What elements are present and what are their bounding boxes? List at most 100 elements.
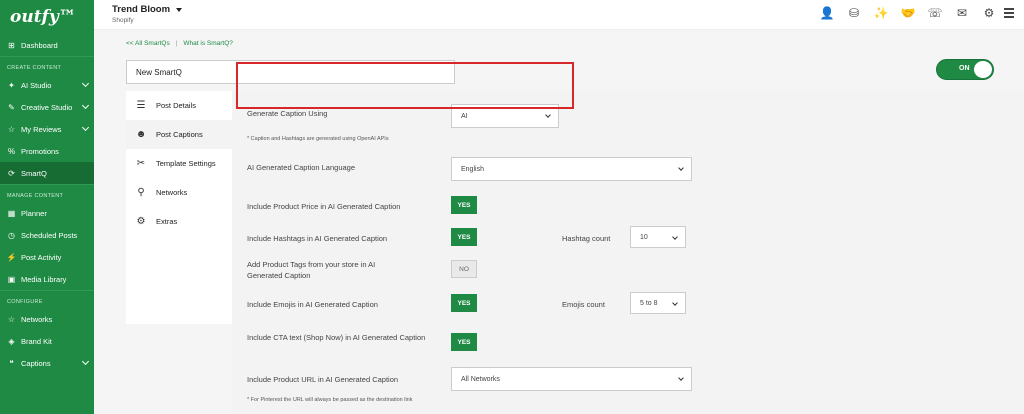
smartq-on-toggle[interactable]: ON <box>936 59 994 80</box>
sidebar-item-label: Scheduled Posts <box>21 230 78 240</box>
tab-label: Post Details <box>156 101 197 110</box>
sidebar-item-dashboard[interactable]: ⊞ Dashboard <box>0 34 94 56</box>
select-value: AI <box>461 112 468 120</box>
tab-label: Extras <box>156 217 178 226</box>
network-icon: ⚲ <box>137 187 145 198</box>
cog-icon: ⚙ <box>136 216 146 227</box>
include-price-label: Include Product Price in AI Generated Ca… <box>247 202 401 211</box>
post-captions-panel: Generate Caption Using AI * Caption and … <box>232 91 1024 414</box>
store-switcher[interactable]: Trend Bloom Shopify <box>112 4 183 24</box>
emojis-count-label: Emojis count <box>562 300 605 309</box>
activity-icon: ⚡ <box>6 252 17 262</box>
chevron-down-icon <box>81 101 90 110</box>
promotions-icon: % <box>7 146 16 156</box>
sidebar-item-media-library[interactable]: ▣ Media Library <box>0 268 94 290</box>
sidebar-item-label: Dashboard <box>21 40 58 50</box>
tab-template-settings[interactable]: ✂ Template Settings <box>126 149 232 178</box>
sidebar-item-creative-studio[interactable]: ✎ Creative Studio <box>0 96 94 118</box>
captions-icon: ❝ <box>9 358 14 368</box>
tab-label: Template Settings <box>156 159 216 168</box>
toggle-knob <box>974 61 992 78</box>
product-tags-toggle[interactable]: NO <box>451 260 477 278</box>
ai-head-icon: ☻ <box>135 129 147 140</box>
toggle-label: ON <box>959 65 970 72</box>
sidebar-item-label: Media Library <box>21 274 67 284</box>
caret-down-icon <box>176 7 183 12</box>
sliders-icon: ☰ <box>136 100 146 111</box>
include-emojis-toggle[interactable]: YES <box>451 294 477 312</box>
database-icon[interactable]: ⛁ <box>847 6 861 20</box>
sidebar-item-planner[interactable]: ▦ Planner <box>0 202 94 224</box>
sidebar-item-label: Captions <box>21 358 51 368</box>
outfy-logo[interactable]: outfy™ <box>0 0 94 34</box>
sidebar-item-smartq[interactable]: ⟳ SmartQ <box>0 162 94 184</box>
hashtag-count-label: Hashtag count <box>562 234 611 243</box>
networks-icon: ☆ <box>7 314 16 324</box>
include-emojis-label: Include Emojis in AI Generated Caption <box>247 300 378 309</box>
all-smartqs-link[interactable]: << All SmartQs <box>126 40 170 47</box>
sidebar-item-label: Post Activity <box>21 252 62 262</box>
include-price-toggle[interactable]: YES <box>451 196 477 214</box>
support-icon[interactable]: ☏ <box>928 6 943 20</box>
sidebar-item-scheduled-posts[interactable]: ◷ Scheduled Posts <box>0 224 94 246</box>
select-value: 5 to 8 <box>640 299 658 307</box>
menu-icon[interactable] <box>1004 8 1014 20</box>
handshake-icon[interactable]: 🤝 <box>901 6 916 20</box>
settings-tabs: ☰ Post Details ☻ Post Captions ✂ Templat… <box>126 91 232 324</box>
sidebar-item-my-reviews[interactable]: ☆ My Reviews <box>0 118 94 140</box>
hashtag-count-select[interactable]: 10 <box>630 226 686 248</box>
sidebar-item-label: Planner <box>21 208 47 218</box>
main-content: << All SmartQs | What is SmartQ? ON ☰ Po… <box>94 30 1024 414</box>
sidebar-item-brand-kit[interactable]: ◈ Brand Kit <box>0 330 94 352</box>
sidebar-item-promotions[interactable]: % Promotions <box>0 140 94 162</box>
scheduled-icon: ◷ <box>8 230 15 240</box>
emojis-count-select[interactable]: 5 to 8 <box>630 292 686 314</box>
tab-networks[interactable]: ⚲ Networks <box>126 178 232 207</box>
tab-extras[interactable]: ⚙ Extras <box>126 207 232 236</box>
include-hashtags-toggle[interactable]: YES <box>451 228 477 246</box>
tab-post-captions[interactable]: ☻ Post Captions <box>126 120 232 149</box>
brush-icon: ✎ <box>8 102 15 112</box>
gear-icon[interactable]: ⚙ <box>982 6 996 20</box>
chevron-down-icon <box>678 375 684 381</box>
product-tags-label: Add Product Tags from your store in AI G… <box>247 260 376 280</box>
caption-language-label: AI Generated Caption Language <box>247 163 355 172</box>
sidebar-item-ai-studio[interactable]: ✦ AI Studio <box>0 74 94 96</box>
top-header: Trend Bloom Shopify 👤 ⛁ ✨ 🤝 ☏ ✉ ⚙ <box>94 0 1024 30</box>
smartq-icon: ⟳ <box>8 168 15 178</box>
chevron-down-icon <box>672 300 678 306</box>
include-url-select[interactable]: All Networks <box>451 367 692 391</box>
breadcrumb-separator: | <box>175 40 178 47</box>
sidebar-item-label: AI Studio <box>21 80 52 90</box>
header-icons: 👤 ⛁ ✨ 🤝 ☏ ✉ ⚙ <box>820 6 996 20</box>
brand-kit-icon: ◈ <box>8 336 15 346</box>
sidebar-section-manage: MANAGE CONTENT <box>0 184 94 202</box>
openai-note: * Caption and Hashtags are generated usi… <box>247 136 389 142</box>
breadcrumb: << All SmartQs | What is SmartQ? <box>126 40 233 47</box>
caption-language-select[interactable]: English <box>451 157 692 181</box>
user-icon[interactable]: 👤 <box>820 6 835 20</box>
sidebar-item-captions[interactable]: ❝ Captions <box>0 352 94 374</box>
select-value: English <box>461 165 484 173</box>
magic-wand-icon[interactable]: ✨ <box>874 6 889 20</box>
inbox-icon[interactable]: ✉ <box>955 6 969 20</box>
sidebar-item-label: Creative Studio <box>21 102 73 112</box>
sidebar-item-label: Brand Kit <box>21 336 52 346</box>
ai-icon: ✦ <box>8 80 15 90</box>
what-is-smartq-link[interactable]: What is SmartQ? <box>183 40 232 47</box>
select-value: 10 <box>640 233 648 241</box>
sidebar-item-label: My Reviews <box>21 124 62 134</box>
tab-label: Post Captions <box>156 130 203 139</box>
sidebar-item-networks[interactable]: ☆ Networks <box>0 308 94 330</box>
chevron-down-icon <box>545 112 551 118</box>
chevron-down-icon <box>81 357 90 366</box>
include-hashtags-label: Include Hashtags in AI Generated Caption <box>247 234 388 243</box>
chevron-down-icon <box>672 234 678 240</box>
include-url-label: Include Product URL in AI Generated Capt… <box>247 375 399 384</box>
planner-icon: ▦ <box>7 208 16 218</box>
sidebar-item-post-activity[interactable]: ⚡ Post Activity <box>0 246 94 268</box>
include-cta-toggle[interactable]: YES <box>451 333 477 351</box>
include-cta-label: Include CTA text (Shop Now) in AI Genera… <box>247 333 426 342</box>
dashboard-icon: ⊞ <box>8 40 15 50</box>
tab-post-details[interactable]: ☰ Post Details <box>126 91 232 120</box>
